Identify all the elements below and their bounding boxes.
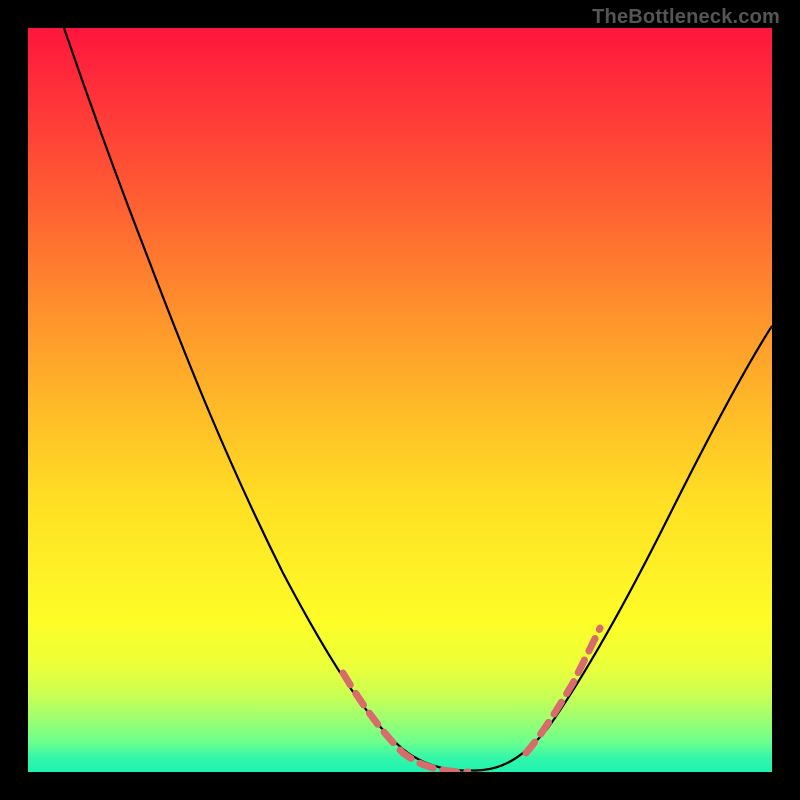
attribution-text: TheBottleneck.com [592, 6, 780, 29]
curve-path [64, 28, 772, 771]
left-dash-path [343, 673, 468, 772]
bottleneck-curve [28, 28, 772, 772]
plot-area [28, 28, 772, 772]
right-dash-path [526, 628, 600, 753]
